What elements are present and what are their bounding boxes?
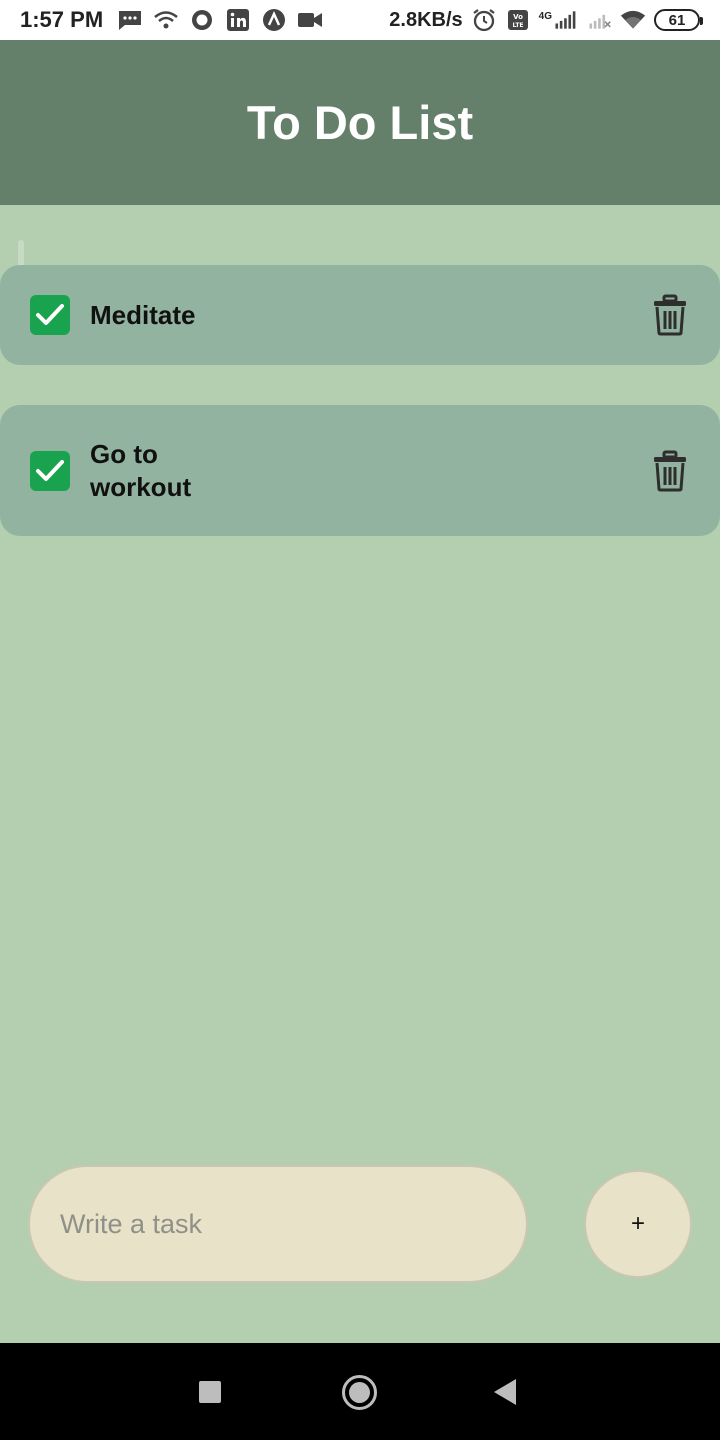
navigation-bar — [0, 1343, 720, 1440]
battery-indicator: 61 — [654, 9, 703, 31]
signal-empty-icon — [589, 14, 611, 29]
task-checkbox[interactable] — [30, 450, 70, 491]
network-type: 4G — [538, 11, 552, 22]
add-task-button[interactable]: + — [584, 1170, 692, 1278]
task-input[interactable] — [30, 1167, 526, 1281]
back-icon[interactable] — [494, 1379, 516, 1405]
trash-icon[interactable] — [652, 450, 688, 492]
wifi-icon — [154, 11, 178, 29]
wifi-icon — [620, 10, 646, 29]
task-text: Meditate — [90, 299, 196, 330]
alarm-icon — [472, 9, 495, 32]
task-item[interactable]: Go to workout — [0, 405, 720, 536]
arrow-app-icon — [263, 9, 286, 31]
svg-text:LTE: LTE — [512, 22, 523, 29]
status-time: 1:57 PM — [20, 7, 104, 32]
trash-icon[interactable] — [652, 294, 688, 336]
checkmark-icon — [36, 304, 64, 325]
notification-icons — [117, 8, 323, 32]
linkedin-icon — [227, 9, 250, 31]
signal-icon — [555, 11, 576, 29]
task-text: Go to workout — [90, 438, 192, 502]
page-title: To Do List — [246, 96, 474, 149]
task-checkbox[interactable] — [30, 295, 70, 335]
status-bar: 1:57 PM 2.8KB/s Vo LTE 4G 61 — [0, 0, 720, 40]
network-speed: 2.8KB/s — [389, 8, 463, 31]
svg-text:Vo: Vo — [513, 13, 523, 21]
home-icon[interactable] — [342, 1375, 377, 1410]
message-icon — [119, 11, 142, 30]
recent-apps-icon[interactable] — [199, 1381, 221, 1403]
system-status: 2.8KB/s Vo LTE 4G 61 — [389, 8, 703, 32]
circle-app-icon — [192, 10, 213, 30]
volte-icon: VoLTE — [507, 10, 528, 30]
app-header: To Do List — [0, 40, 720, 205]
task-input-container — [28, 1165, 528, 1283]
video-icon — [298, 13, 323, 27]
task-item[interactable]: Meditate — [0, 265, 720, 365]
checkmark-icon — [36, 459, 64, 481]
